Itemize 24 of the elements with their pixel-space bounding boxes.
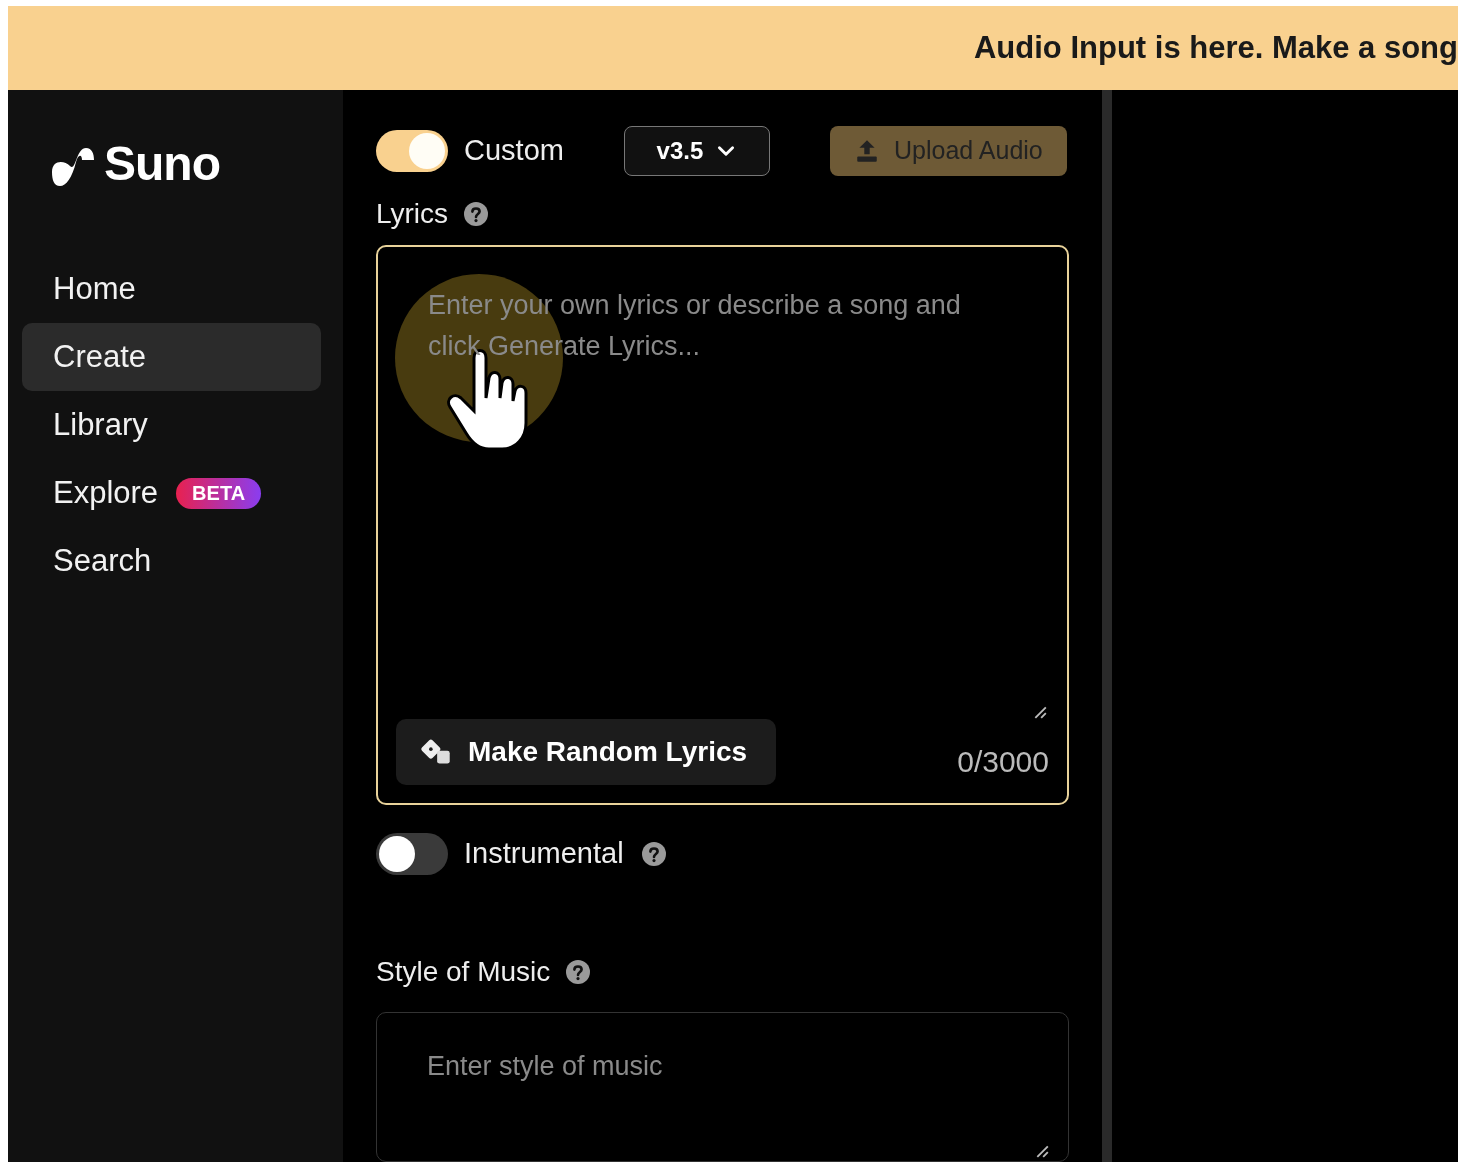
style-of-music-label: Style of Music [376, 956, 551, 989]
help-icon[interactable] [641, 841, 666, 866]
nav-item[interactable]: Home [22, 255, 321, 323]
beta-badge: BETA [176, 477, 262, 509]
lyrics-label: Lyrics [376, 197, 449, 230]
instrumental-toggle[interactable] [376, 832, 448, 875]
make-random-lyrics-button[interactable]: Make Random Lyrics [396, 718, 776, 785]
custom-toggle[interactable] [376, 129, 448, 172]
resize-grip-icon[interactable] [1033, 704, 1047, 719]
version-dropdown[interactable]: v3.5 [623, 125, 770, 176]
custom-label: Custom [464, 134, 564, 167]
nav-item[interactable]: Explore BETA [22, 459, 321, 527]
help-icon[interactable] [464, 201, 489, 226]
help-icon[interactable] [566, 960, 591, 985]
resize-grip-icon[interactable] [1035, 1144, 1049, 1158]
nav-item[interactable]: Create [22, 323, 321, 391]
nav-item[interactable]: Search [22, 527, 321, 595]
dice-icon [420, 737, 452, 766]
character-counter: 0/3000 [957, 744, 1049, 779]
logo-text[interactable]: Suno [104, 136, 220, 191]
style-field[interactable]: Enter style of music [376, 1012, 1069, 1162]
nav-item[interactable]: Library [22, 391, 321, 459]
banner-text: Audio Input is here. Make a song [974, 30, 1458, 66]
instrumental-label: Instrumental [464, 837, 624, 871]
